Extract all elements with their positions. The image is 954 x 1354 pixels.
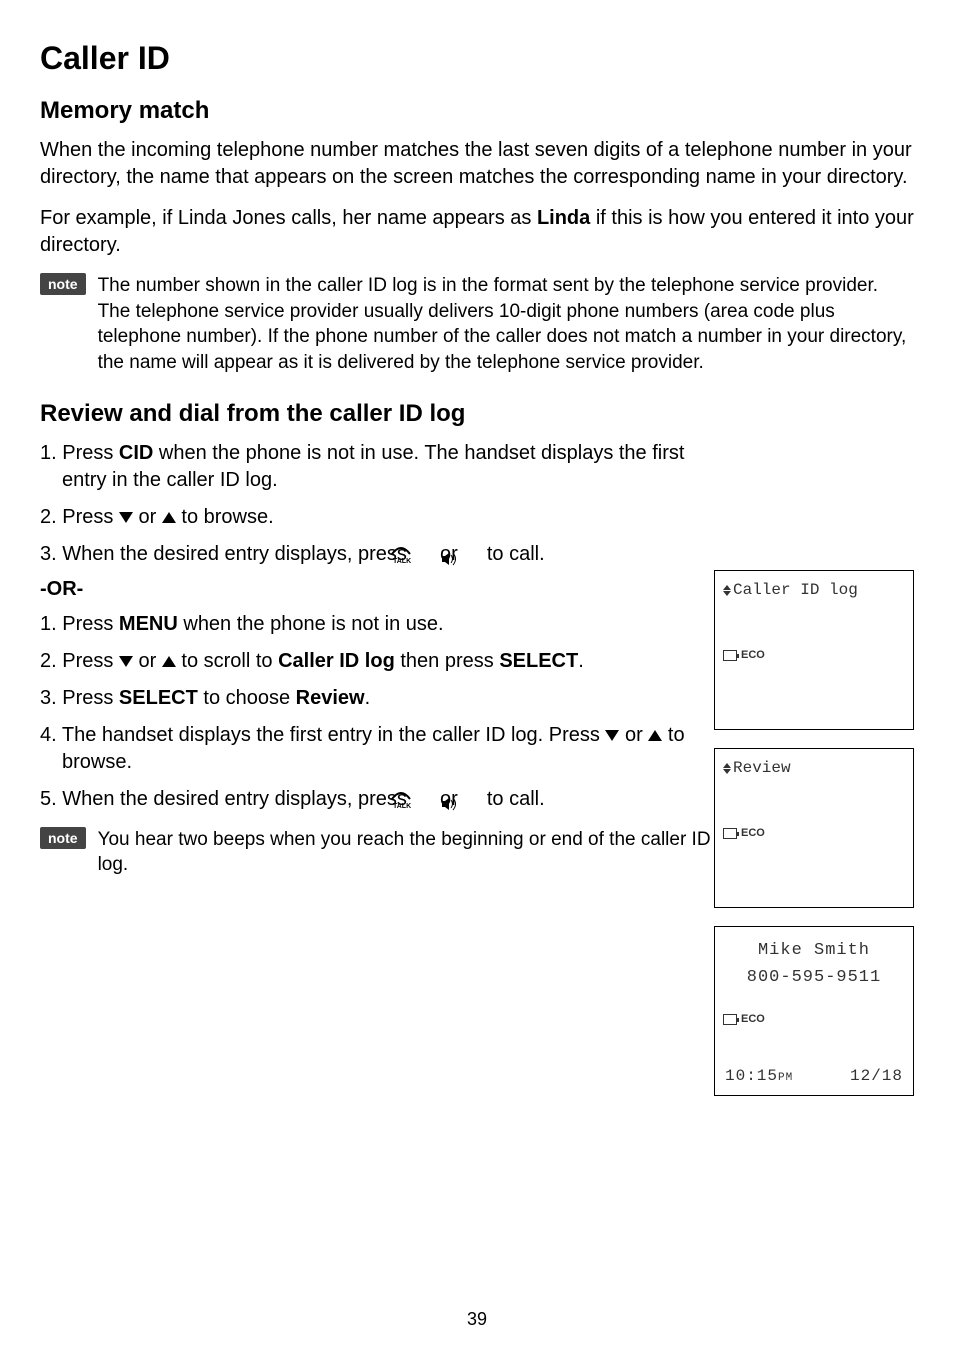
down-arrow-icon: [119, 656, 133, 667]
bold-select: SELECT: [499, 650, 578, 672]
text: then press: [395, 650, 500, 672]
up-arrow-icon: [162, 512, 176, 523]
battery-icon: [723, 650, 737, 661]
alt-step-5: 5. When the desired entry displays, pres…: [40, 786, 720, 813]
lcd-ampm: PM: [778, 1072, 793, 1084]
page-number: 39: [0, 1309, 954, 1330]
eco-label: ECO: [741, 827, 765, 839]
down-arrow-icon: [119, 512, 133, 523]
note-badge: note: [40, 273, 86, 295]
step-1: 1. Press CID when the phone is not in us…: [40, 440, 720, 494]
steps-list-1: 1. Press CID when the phone is not in us…: [40, 440, 720, 568]
alt-step-1: 1. Press MENU when the phone is not in u…: [40, 611, 720, 638]
svg-text:TALK: TALK: [393, 558, 411, 564]
note-text-1: The number shown in the caller ID log is…: [98, 273, 914, 376]
steps-list-2: 1. Press MENU when the phone is not in u…: [40, 611, 720, 813]
text: 3. Press: [40, 687, 119, 709]
page-title: Caller ID: [40, 40, 914, 77]
alt-step-4: 4. The handset displays the first entry …: [40, 722, 720, 776]
lcd-column: Caller ID log ECO Review ECO Mike Smith …: [714, 570, 914, 1114]
step-3: 3. When the desired entry displays, pres…: [40, 541, 720, 568]
text: .: [365, 687, 371, 709]
alt-step-3: 3. Press SELECT to choose Review.: [40, 685, 720, 712]
text: to scroll to: [176, 650, 278, 672]
text: to call.: [481, 543, 544, 565]
lcd-date: 12/18: [850, 1067, 903, 1085]
or-divider: -OR-: [40, 578, 720, 601]
section-heading-review: Review and dial from the caller ID log: [40, 400, 914, 428]
text: to choose: [198, 687, 296, 709]
text: 3. When the desired entry displays, pres…: [40, 543, 412, 565]
lcd-screen-2: Review ECO: [714, 748, 914, 908]
text: .: [578, 650, 584, 672]
lcd-caller-name: Mike Smith: [723, 941, 905, 960]
text: For example, if Linda Jones calls, her n…: [40, 207, 537, 229]
note-block-2: note You hear two beeps when you reach t…: [40, 827, 720, 878]
step-2: 2. Press or to browse.: [40, 504, 720, 531]
eco-label: ECO: [741, 1013, 765, 1025]
paragraph-memory-match-1: When the incoming telephone number match…: [40, 137, 914, 191]
text: to call.: [481, 788, 544, 810]
lcd-caller-number: 800-595-9511: [723, 968, 905, 987]
bold-menu: MENU: [119, 613, 178, 635]
alt-step-2: 2. Press or to scroll to Caller ID log t…: [40, 648, 720, 675]
battery-icon: [723, 1014, 737, 1025]
lcd-screen-1: Caller ID log ECO: [714, 570, 914, 730]
bold-select-2: SELECT: [119, 687, 198, 709]
updown-icon: [723, 763, 731, 774]
bold-linda: Linda: [537, 207, 590, 229]
text: to browse.: [176, 506, 274, 528]
text: 1. Press: [40, 613, 119, 635]
talk-icon: TALK: [412, 790, 434, 808]
text: or: [619, 724, 648, 746]
speaker-icon: [463, 792, 481, 806]
lcd-title-1: Caller ID log: [733, 581, 858, 599]
lcd-time: 10:15PM: [725, 1067, 793, 1085]
text: 2. Press: [40, 650, 119, 672]
text: when the phone is not in use. The handse…: [62, 442, 684, 491]
text: 4. The handset displays the first entry …: [40, 724, 605, 746]
text: or: [133, 650, 162, 672]
text: 2. Press: [40, 506, 119, 528]
down-arrow-icon: [605, 730, 619, 741]
up-arrow-icon: [648, 730, 662, 741]
talk-icon: TALK: [412, 545, 434, 563]
battery-icon: [723, 828, 737, 839]
up-arrow-icon: [162, 656, 176, 667]
text: when the phone is not in use.: [178, 613, 444, 635]
text: or: [133, 506, 162, 528]
lcd-screen-3: Mike Smith 800-595-9511 ECO 10:15PM 12/1…: [714, 926, 914, 1096]
bold-review: Review: [296, 687, 365, 709]
note-block-1: note The number shown in the caller ID l…: [40, 273, 914, 376]
note-text-2: You hear two beeps when you reach the be…: [98, 827, 720, 878]
lcd-title-2: Review: [733, 759, 791, 777]
text: 1. Press: [40, 442, 119, 464]
svg-text:TALK: TALK: [393, 803, 411, 809]
text: 5. When the desired entry displays, pres…: [40, 788, 412, 810]
updown-icon: [723, 585, 731, 596]
note-badge: note: [40, 827, 86, 849]
speaker-icon: [463, 547, 481, 561]
section-heading-memory-match: Memory match: [40, 97, 914, 125]
eco-label: ECO: [741, 649, 765, 661]
paragraph-memory-match-2: For example, if Linda Jones calls, her n…: [40, 205, 914, 259]
lcd-time-value: 10:15: [725, 1067, 778, 1085]
bold-cid: CID: [119, 442, 153, 464]
bold-caller-id-log: Caller ID log: [278, 650, 395, 672]
